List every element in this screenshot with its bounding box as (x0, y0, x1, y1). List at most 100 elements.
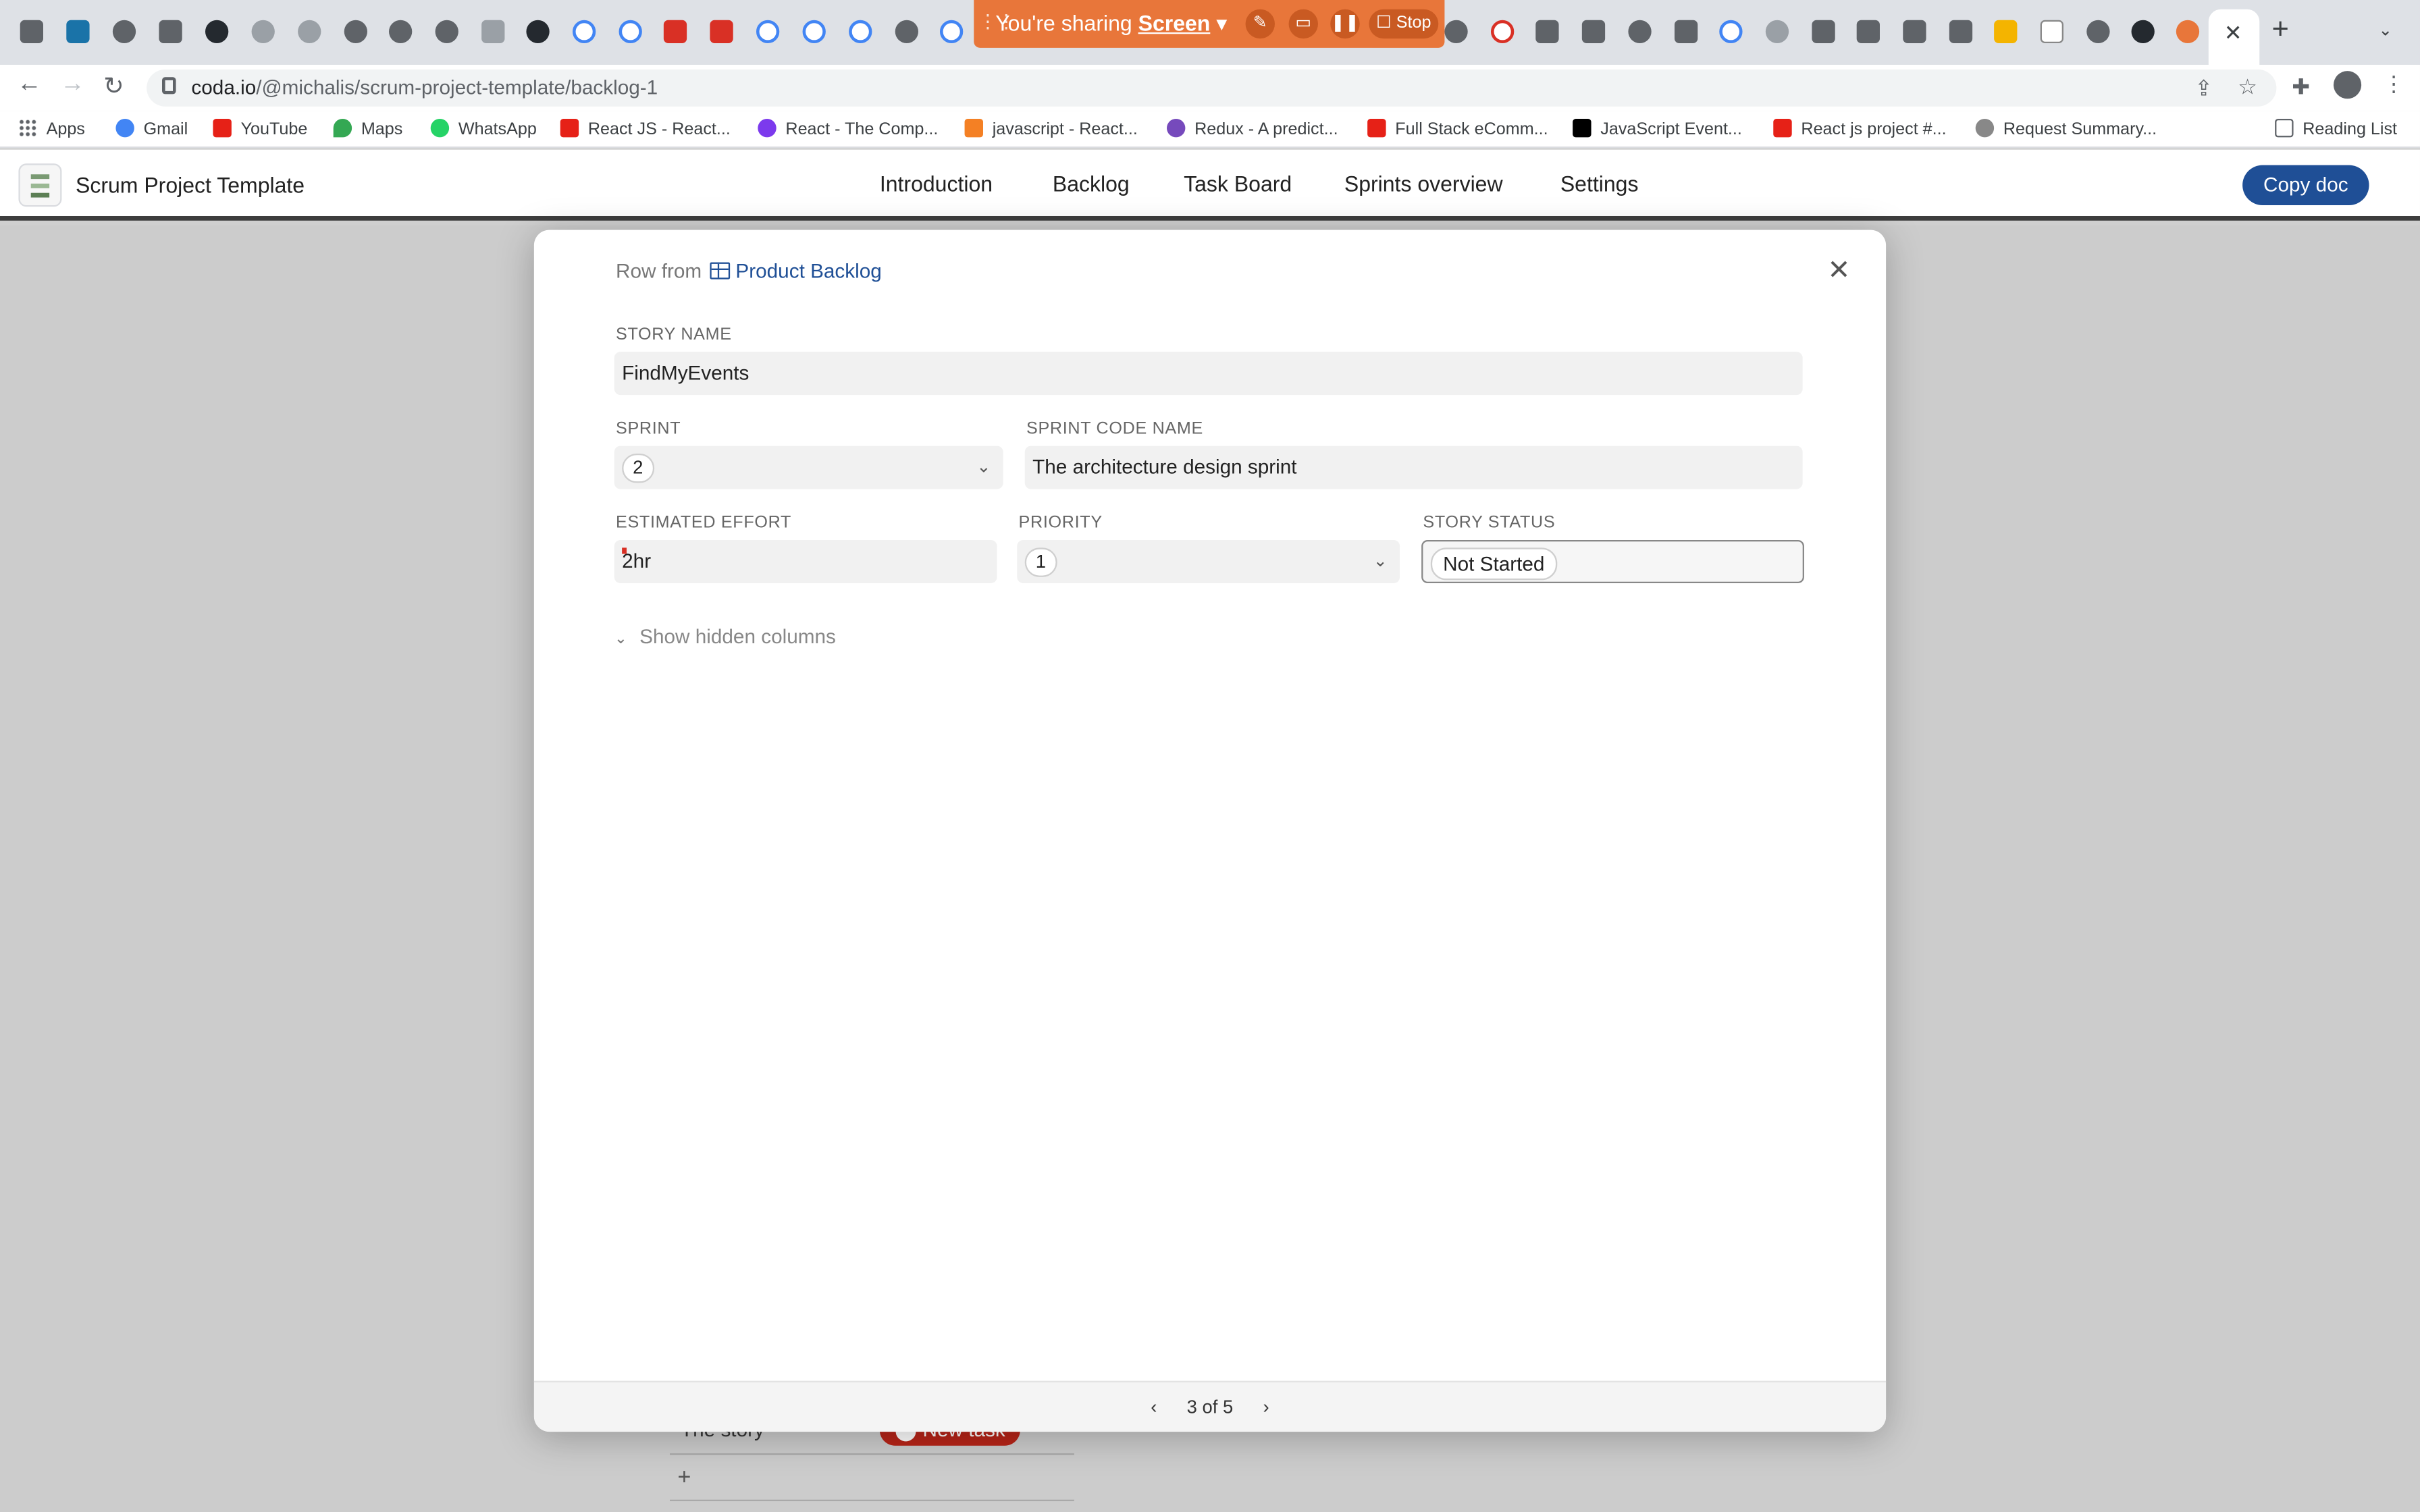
reading-list-label: Reading List (2303, 120, 2398, 139)
close-icon[interactable]: ✕ (1827, 254, 1851, 287)
globe-icon[interactable] (344, 20, 367, 43)
tab-favicon[interactable] (1674, 20, 1698, 43)
screen: ⋮⋮ You're sharing Screen ▾ ✎ ▭ ❚❚ ☐ Stop… (0, 0, 2420, 1512)
profile-avatar-icon[interactable] (2333, 71, 2362, 99)
tab-favicon[interactable] (1812, 20, 1835, 43)
browser-menu-icon[interactable]: ⋮ (2383, 71, 2404, 97)
tab-favicon[interactable] (1949, 20, 1973, 43)
tab-favicon[interactable] (159, 20, 182, 43)
sprint-code-name-field[interactable]: The architecture design sprint (1024, 446, 1803, 489)
copy-doc-button[interactable]: Copy doc (2242, 165, 2369, 205)
tab-favicon[interactable] (1903, 20, 1926, 43)
doc-title[interactable]: Scrum Project Template (76, 173, 305, 198)
github-icon[interactable] (2131, 20, 2155, 43)
new-tab-icon[interactable]: + (2272, 14, 2289, 48)
story-name-value: FindMyEvents (622, 360, 749, 385)
show-hidden-columns-toggle[interactable]: ⌄ Show hidden columns (614, 625, 836, 648)
source-table-link[interactable]: Product Backlog (735, 259, 881, 282)
globe-icon[interactable] (1765, 20, 1789, 43)
story-status-select[interactable]: Not Started (1421, 539, 1804, 583)
google-icon[interactable] (619, 20, 642, 43)
bookmark-react-comp[interactable]: React - The Comp... (758, 115, 938, 143)
bookmark-react-project[interactable]: React js project #... (1773, 115, 1947, 143)
nav-introduction[interactable]: Introduction (880, 171, 993, 196)
pause-icon[interactable]: ❚❚ (1330, 9, 1360, 39)
tab-favicon[interactable] (435, 20, 458, 43)
github-icon[interactable] (205, 20, 229, 43)
youtube-icon[interactable] (710, 20, 733, 43)
bookmark-redux[interactable]: Redux - A predict... (1166, 115, 1338, 143)
tab-favicon[interactable] (251, 20, 275, 43)
annotate-icon[interactable]: ✎ (1245, 9, 1275, 39)
youtube-icon[interactable] (663, 20, 687, 43)
tab-favicon[interactable] (20, 20, 43, 43)
doc-icon[interactable] (18, 163, 62, 207)
previous-row-icon[interactable]: ‹ (1151, 1397, 1157, 1418)
reload-icon[interactable]: ↻ (103, 71, 124, 102)
tab-favicon[interactable] (2086, 20, 2110, 43)
chevron-down-icon[interactable]: ⌄ (2378, 20, 2392, 40)
google-icon[interactable] (756, 20, 780, 43)
priority-select[interactable]: 1 ⌄ (1017, 539, 1400, 583)
bookmark-gmail[interactable]: Gmail (115, 115, 188, 143)
chevron-down-icon[interactable]: ⌄ (976, 446, 991, 489)
url-text[interactable]: coda.io/@michalis/scrum-project-template… (191, 76, 658, 99)
nav-task-board[interactable]: Task Board (1184, 171, 1292, 196)
bookmark-youtube[interactable]: YouTube (213, 115, 307, 143)
active-tab[interactable]: ✕ (2208, 9, 2260, 65)
tab-favicon[interactable] (1856, 20, 1880, 43)
reading-list[interactable]: Reading List (2275, 115, 2397, 143)
bookmark-star-icon[interactable]: ☆ (2238, 74, 2257, 101)
tab-favicon[interactable] (112, 20, 136, 43)
google-icon[interactable] (802, 20, 826, 43)
tab-favicon[interactable] (1535, 20, 1559, 43)
chart-icon[interactable] (1994, 20, 2018, 43)
sprint-select[interactable]: 2 ⌄ (614, 446, 1003, 489)
globe-icon[interactable] (1444, 20, 1468, 43)
story-name-field[interactable]: FindMyEvents (614, 352, 1803, 396)
bookmark-js-event[interactable]: JavaScript Event... (1573, 115, 1742, 143)
bookmark-maps[interactable]: Maps (333, 115, 402, 143)
tab-favicon[interactable] (1628, 20, 1652, 43)
bookmark-whatsapp[interactable]: WhatsApp (430, 115, 537, 143)
google-icon[interactable] (849, 20, 872, 43)
chevron-down-icon[interactable]: ▾ (1216, 11, 1227, 36)
sharing-target-dropdown[interactable]: Screen (1138, 11, 1211, 36)
extensions-icon[interactable]: ✚ (2292, 74, 2310, 101)
share-icon[interactable]: ⇪ (2194, 76, 2213, 102)
back-icon[interactable]: ← (17, 71, 42, 99)
bookmark-request-summary[interactable]: Request Summary... (1975, 115, 2157, 143)
table-icon (709, 262, 730, 279)
next-row-icon[interactable]: › (1263, 1397, 1269, 1418)
tab-favicon[interactable] (1581, 20, 1606, 43)
sprint-code-name-value: The architecture design sprint (1032, 455, 1297, 479)
tab-favicon[interactable] (66, 20, 90, 43)
chevron-down-icon[interactable]: ⌄ (1373, 540, 1388, 583)
forward-icon[interactable]: → (60, 71, 85, 99)
github-icon[interactable] (526, 20, 550, 43)
lock-icon[interactable] (161, 77, 176, 94)
stop-sharing-button[interactable]: ☐ Stop (1369, 9, 1439, 39)
url-path: /@michalis/scrum-project-template/backlo… (256, 75, 658, 99)
globe-icon[interactable] (895, 20, 918, 43)
google-icon[interactable] (572, 20, 596, 43)
google-icon[interactable] (1719, 20, 1743, 43)
wikipedia-icon[interactable] (2040, 20, 2063, 43)
globe-icon[interactable] (388, 20, 413, 43)
bookmark-apps[interactable]: Apps (18, 115, 85, 143)
bookmark-react-js[interactable]: React JS - React... (560, 115, 731, 143)
quora-icon[interactable] (1490, 20, 1515, 43)
tab-favicon[interactable] (298, 20, 321, 43)
bookmark-stackoverflow[interactable]: javascript - React... (964, 115, 1138, 143)
close-tab-icon[interactable]: ✕ (2224, 20, 2242, 47)
nav-settings[interactable]: Settings (1560, 171, 1639, 196)
nav-backlog[interactable]: Backlog (1053, 171, 1130, 196)
present-icon[interactable]: ▭ (1288, 9, 1318, 39)
coda-icon[interactable] (2176, 20, 2200, 43)
google-icon[interactable] (939, 20, 964, 43)
tab-favicon[interactable] (481, 20, 505, 43)
estimated-effort-field[interactable]: 2hr (614, 539, 997, 583)
address-bar[interactable]: coda.io/@michalis/scrum-project-template… (147, 69, 2277, 107)
nav-sprints-overview[interactable]: Sprints overview (1344, 171, 1503, 196)
bookmark-fullstack[interactable]: Full Stack eComm... (1367, 115, 1548, 143)
